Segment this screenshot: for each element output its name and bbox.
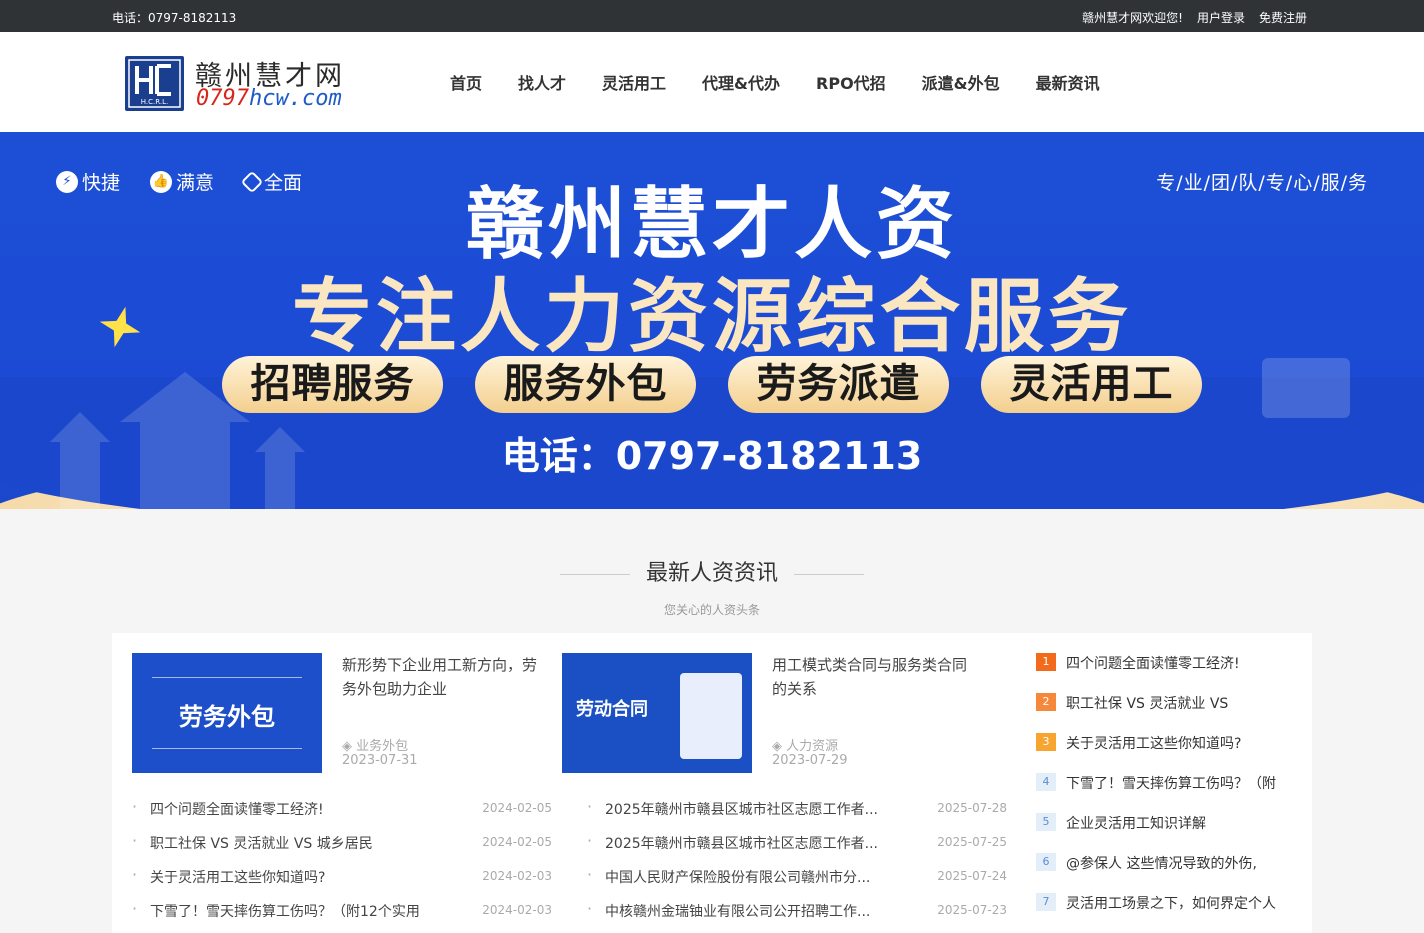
list-item[interactable]: 四个问题全面读懂零工经济! 2024-02-05: [132, 797, 552, 833]
rank-number: 1: [1036, 653, 1056, 671]
list-item-date: 2024-02-05: [482, 835, 552, 849]
featured-thumb-label: 劳动合同: [576, 699, 648, 720]
list-item-date: 2025-07-24: [937, 869, 1007, 883]
rank-number: 2: [1036, 693, 1056, 711]
list-item-date: 2025-07-28: [937, 801, 1007, 815]
rank-number: 6: [1036, 853, 1056, 871]
hot-ranking-list: 1 四个问题全面读懂零工经济! 2 职工社保 VS 灵活就业 VS 3 关于灵活用工这…: [1036, 653, 1296, 933]
list-item[interactable]: 关于灵活用工这些你知道吗? 2024-02-03: [132, 865, 552, 901]
list-item-title[interactable]: 中国人民财产保险股份有限公司赣州市分...: [605, 867, 915, 887]
featured-date: 2023-07-29: [772, 753, 848, 768]
service-flexible: 灵活用工: [981, 356, 1202, 413]
rank-number: 5: [1036, 813, 1056, 831]
rank-title[interactable]: 灵活用工场景之下，如何界定个人: [1066, 893, 1286, 913]
top-phone: 电话：0797-8182113: [112, 11, 237, 25]
list-item-title[interactable]: 职工社保 VS 灵活就业 VS 城乡居民: [150, 833, 460, 853]
featured-thumbnail[interactable]: 劳动合同: [562, 653, 752, 773]
news-list-left: 四个问题全面读懂零工经济! 2024-02-05 职工社保 VS 灵活就业 VS …: [132, 797, 552, 933]
section-title-text: 最新人资资讯: [645, 561, 778, 586]
list-item-title[interactable]: 2025年赣州市赣县区城市社区志愿工作者...: [605, 799, 915, 819]
section-subtitle: 您关心的人资头条: [663, 603, 760, 617]
site-header: H.C.R.L. 赣州慧才网 0797hcw.com 首页 找人才 灵活用工 代…: [0, 32, 1424, 132]
main-nav: 首页 找人才 灵活用工 代理&代办 RPO代招 派遣&外包 最新资讯: [432, 70, 1118, 94]
hero-banner[interactable]: ⚡ 快捷 👍 满意 全面 专/业/团/队/专/心/服/务 赣州慧才人资 专注人力资源…: [0, 132, 1424, 509]
rank-item[interactable]: 3 关于灵活用工这些你知道吗?: [1036, 733, 1296, 773]
rank-item[interactable]: 6 @参保人 这些情况导致的外伤,: [1036, 853, 1296, 893]
list-item[interactable]: 中国人民财产保险股份有限公司赣州市分... 2025-07-24: [587, 865, 1007, 901]
rank-item[interactable]: 7 灵活用工场景之下，如何界定个人: [1036, 893, 1296, 933]
nav-flexible-work[interactable]: 灵活用工: [602, 70, 666, 94]
section-title: 最新人资资讯: [0, 555, 1424, 587]
rank-item[interactable]: 4 下雪了！雪天摔伤算工伤吗？（附: [1036, 773, 1296, 813]
list-item-title[interactable]: 四个问题全面读懂零工经济!: [150, 799, 460, 819]
rank-title[interactable]: 关于灵活用工这些你知道吗?: [1066, 733, 1286, 753]
layers-icon: ◈: [772, 739, 787, 754]
rank-item[interactable]: 5 企业灵活用工知识详解: [1036, 813, 1296, 853]
list-item-date: 2025-07-23: [937, 903, 1007, 917]
svg-text:H.C.R.L.: H.C.R.L.: [141, 98, 168, 106]
news-panel: 劳务外包 新形势下企业用工新方向，劳务外包助力企业 ◈ 业务外包 2023-07…: [112, 633, 1312, 933]
list-item[interactable]: 职工社保 VS 灵活就业 VS 城乡居民 2024-02-05: [132, 831, 552, 867]
nav-agency[interactable]: 代理&代办: [702, 70, 780, 94]
list-item-title[interactable]: 中核赣州金瑞铀业有限公司公开招聘工作...: [605, 901, 915, 921]
featured-thumb-label: 劳务外包: [179, 703, 275, 731]
star-icon: [99, 306, 141, 348]
featured-title[interactable]: 用工模式类合同与服务类合同的关系: [772, 653, 972, 701]
nav-news[interactable]: 最新资讯: [1036, 70, 1100, 94]
list-item-date: 2024-02-05: [482, 801, 552, 815]
service-dispatch: 劳务派遣: [728, 356, 949, 413]
list-item[interactable]: 2025年赣州市赣县区城市社区志愿工作者... 2025-07-28: [587, 797, 1007, 833]
rank-title[interactable]: 企业灵活用工知识详解: [1066, 813, 1286, 833]
service-recruitment: 招聘服务: [222, 356, 443, 413]
nav-rpo[interactable]: RPO代招: [816, 70, 886, 94]
list-item[interactable]: 下雪了！雪天摔伤算工伤吗？（附12个实用 2024-02-03: [132, 899, 552, 933]
rank-title[interactable]: @参保人 这些情况导致的外伤,: [1066, 853, 1286, 873]
rank-title[interactable]: 下雪了！雪天摔伤算工伤吗？（附: [1066, 773, 1286, 793]
logo-domain-suffix: hcw.com: [248, 86, 342, 111]
list-item-title[interactable]: 关于灵活用工这些你知道吗?: [150, 867, 460, 887]
logo-domain-prefix: 0797: [196, 86, 249, 111]
featured-article[interactable]: 劳务外包 新形势下企业用工新方向，劳务外包助力企业 ◈ 业务外包 2023-07…: [132, 653, 552, 773]
service-outsourcing: 服务外包: [475, 356, 696, 413]
rank-number: 7: [1036, 893, 1056, 911]
banner-services: 招聘服务 服务外包 劳务派遣 灵活用工: [222, 356, 1202, 413]
rank-number: 3: [1036, 733, 1056, 751]
featured-category-label: 人力资源: [786, 739, 839, 754]
featured-thumbnail[interactable]: 劳务外包: [132, 653, 322, 773]
list-item[interactable]: 中核赣州金瑞铀业有限公司公开招聘工作... 2025-07-23: [587, 899, 1007, 933]
login-link[interactable]: 用户登录: [1197, 9, 1245, 26]
news-list-middle: 2025年赣州市赣县区城市社区志愿工作者... 2025-07-28 2025年赣…: [587, 797, 1007, 933]
list-item-title[interactable]: 2025年赣州市赣县区城市社区志愿工作者...: [605, 833, 915, 853]
banner-phone: 电话：0797-8182113: [501, 434, 923, 478]
layers-icon: ◈: [342, 739, 357, 754]
nav-dispatch[interactable]: 派遣&外包: [922, 70, 1000, 94]
rank-item[interactable]: 2 职工社保 VS 灵活就业 VS: [1036, 693, 1296, 733]
welcome-text: 赣州慧才网欢迎您!: [1082, 11, 1183, 25]
top-bar: 电话：0797-8182113 赣州慧才网欢迎您! 用户登录 免费注册: [0, 0, 1424, 32]
rank-number: 4: [1036, 773, 1056, 791]
logo-domain: 0797hcw.com: [196, 86, 342, 111]
top-links: 赣州慧才网欢迎您! 用户登录 免费注册: [1082, 9, 1307, 26]
featured-category: ◈ 人力资源: [772, 735, 838, 754]
nav-find-talent[interactable]: 找人才: [518, 70, 566, 94]
list-item[interactable]: 2025年赣州市赣县区城市社区志愿工作者... 2025-07-25: [587, 831, 1007, 867]
register-link[interactable]: 免费注册: [1259, 9, 1307, 26]
list-item-date: 2025-07-25: [937, 835, 1007, 849]
featured-category: ◈ 业务外包: [342, 735, 408, 754]
rank-title[interactable]: 职工社保 VS 灵活就业 VS: [1066, 693, 1286, 713]
list-item-date: 2024-02-03: [482, 903, 552, 917]
rank-item[interactable]: 1 四个问题全面读懂零工经济!: [1036, 653, 1296, 693]
featured-date: 2023-07-31: [342, 753, 418, 768]
logo-mark-icon: H.C.R.L.: [125, 56, 184, 111]
featured-category-label: 业务外包: [356, 739, 409, 754]
featured-article[interactable]: 劳动合同 用工模式类合同与服务类合同的关系 ◈ 人力资源 2023-07-29: [562, 653, 982, 773]
banner-subtitle: 专注人力资源综合服务: [292, 270, 1132, 363]
nav-home[interactable]: 首页: [450, 70, 482, 94]
list-item-title[interactable]: 下雪了！雪天摔伤算工伤吗？（附12个实用: [150, 901, 460, 921]
list-item-date: 2024-02-03: [482, 869, 552, 883]
featured-title[interactable]: 新形势下企业用工新方向，劳务外包助力企业: [342, 653, 542, 701]
rank-title[interactable]: 四个问题全面读懂零工经济!: [1066, 653, 1286, 673]
site-logo[interactable]: H.C.R.L. 赣州慧才网 0797hcw.com: [125, 54, 365, 114]
